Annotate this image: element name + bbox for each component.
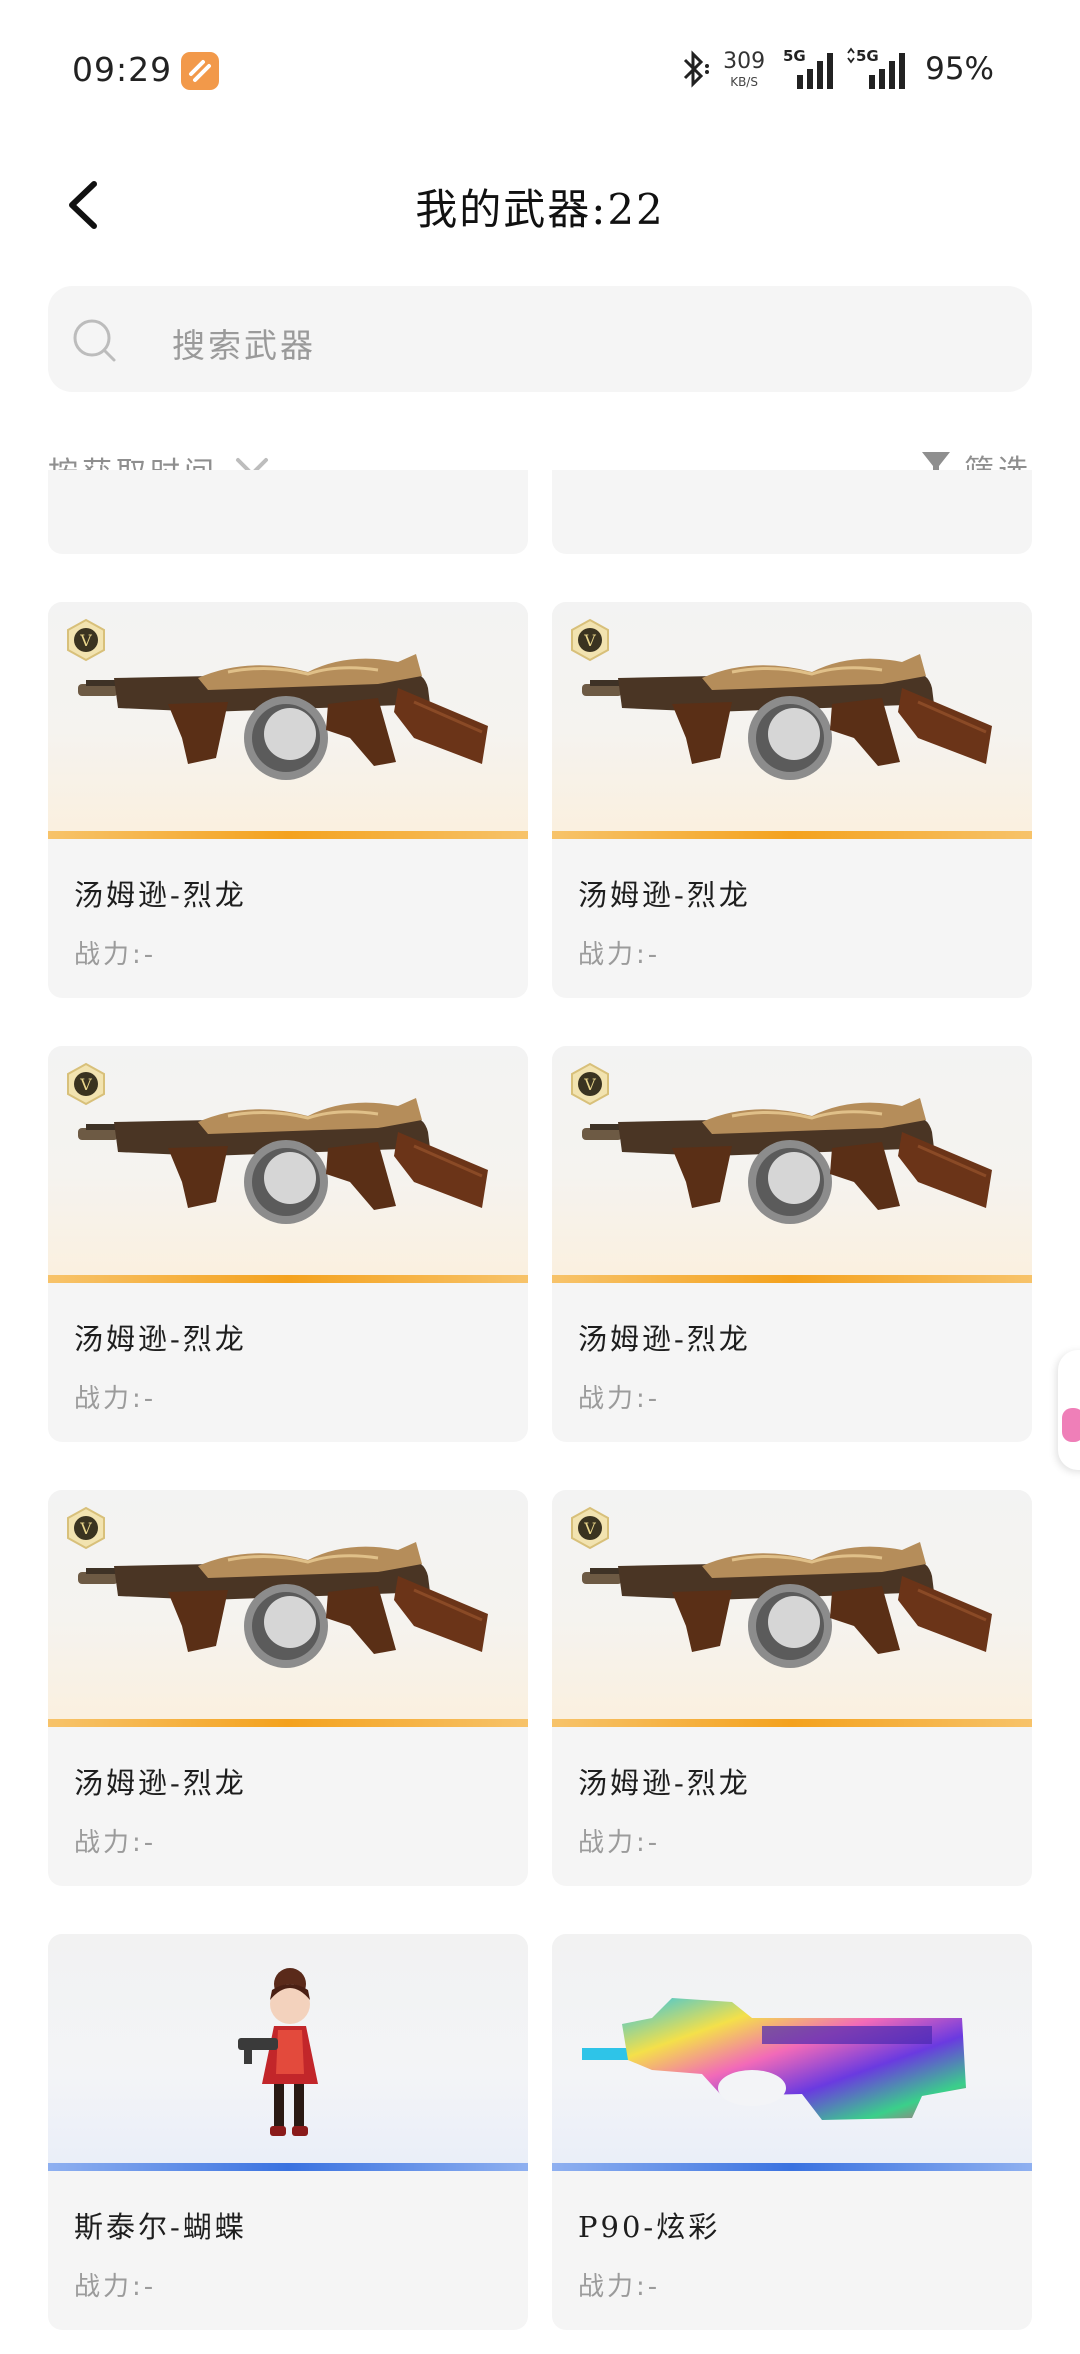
net-speed-value: 309 — [723, 48, 766, 74]
p90-rainbow-icon — [582, 1978, 1002, 2142]
tommy-gun-dragon-icon — [582, 1530, 1002, 1684]
weapon-name: 汤姆逊-烈龙 — [74, 1322, 247, 1356]
status-time: 09:29 — [72, 50, 173, 89]
weapon-power: 战力:- — [74, 1828, 157, 1858]
weapon-card-partial[interactable] — [48, 470, 528, 554]
weapon-card[interactable]: V 汤姆逊-烈龙 战力:- — [552, 1490, 1032, 1886]
svg-text:V: V — [583, 631, 596, 650]
weapon-image: V — [48, 1046, 528, 1283]
weapon-power: 战力:- — [578, 1384, 661, 1414]
tier-badge-icon: V — [568, 618, 612, 666]
rarity-stripe — [552, 1719, 1032, 1727]
weapon-power: 战力:- — [74, 940, 157, 970]
tommy-gun-dragon-icon — [78, 1530, 498, 1684]
svg-text:V: V — [583, 1075, 596, 1094]
weapon-name: 汤姆逊-烈龙 — [578, 1322, 751, 1356]
weapon-power: 战力:- — [578, 2272, 661, 2302]
weapon-power: 战力:- — [74, 2272, 157, 2302]
svg-text:5G: 5G — [783, 47, 806, 65]
weapon-card[interactable]: P90-炫彩 战力:- — [552, 1934, 1032, 2330]
rarity-stripe — [48, 1719, 528, 1727]
tier-badge-icon: V — [568, 1506, 612, 1554]
tier-badge-icon: V — [64, 1062, 108, 1110]
character-with-smg-icon — [78, 1954, 498, 2158]
weapon-name: 汤姆逊-烈龙 — [74, 1766, 247, 1800]
weapon-image — [552, 1934, 1032, 2171]
weapon-card[interactable]: 斯泰尔-蝴蝶 战力:- — [48, 1934, 528, 2330]
search-icon — [73, 319, 116, 362]
rarity-stripe — [48, 831, 528, 839]
svg-text:V: V — [79, 1519, 92, 1538]
page-title: 我的武器:22 — [415, 185, 665, 234]
rarity-stripe — [48, 1275, 528, 1283]
status-bar: 09:29 309 KB/S 5G 5G 95% — [0, 0, 1080, 140]
signal-sim1-icon: 5G — [783, 47, 834, 89]
tommy-gun-dragon-icon — [582, 1086, 1002, 1240]
battery-level: 95% — [925, 51, 994, 87]
tommy-gun-dragon-icon — [78, 1086, 498, 1240]
signal-sim2-icon: 5G — [847, 47, 906, 89]
weapon-name: P90-炫彩 — [578, 2210, 721, 2244]
header: 我的武器:22 — [0, 150, 1080, 260]
svg-text:V: V — [79, 1075, 92, 1094]
weapon-card-partial[interactable] — [552, 470, 1032, 554]
weapon-image: V — [48, 1490, 528, 1727]
net-speed-unit: KB/S — [730, 74, 758, 89]
tommy-gun-dragon-icon — [78, 642, 498, 796]
weapon-card[interactable]: V 汤姆逊-烈龙 战力:- — [48, 1490, 528, 1886]
rarity-stripe — [552, 831, 1032, 839]
tier-badge-icon: V — [568, 1062, 612, 1110]
weapon-name: 汤姆逊-烈龙 — [578, 878, 751, 912]
weapon-power: 战力:- — [578, 1828, 661, 1858]
weapon-name: 汤姆逊-烈龙 — [74, 878, 247, 912]
weapon-card[interactable]: V 汤姆逊-烈龙 战力:- — [552, 602, 1032, 998]
rarity-stripe — [552, 2163, 1032, 2171]
tier-badge-icon: V — [64, 618, 108, 666]
rarity-stripe — [48, 2163, 528, 2171]
rarity-stripe — [552, 1275, 1032, 1283]
svg-text:5G: 5G — [856, 47, 879, 65]
svg-text:V: V — [79, 631, 92, 650]
weapon-card[interactable]: V 汤姆逊-烈龙 战力:- — [48, 1046, 528, 1442]
status-indicators: 309 KB/S 5G 5G 95% — [679, 44, 994, 94]
weapon-image: V — [48, 602, 528, 839]
search-input[interactable]: 搜索武器 — [48, 286, 1032, 392]
weapon-image: V — [552, 602, 1032, 839]
floating-assistant-handle[interactable] — [1058, 1350, 1080, 1470]
weapon-image — [48, 1934, 528, 2171]
tier-badge-icon: V — [64, 1506, 108, 1554]
network-speed: 309 KB/S — [723, 48, 766, 89]
weapon-name: 斯泰尔-蝴蝶 — [74, 2210, 247, 2244]
app-notification-icon — [181, 52, 219, 90]
search-placeholder: 搜索武器 — [172, 326, 316, 365]
bluetooth-icon — [684, 50, 710, 88]
weapon-image: V — [552, 1046, 1032, 1283]
weapon-power: 战力:- — [578, 940, 661, 970]
weapon-card[interactable]: V 汤姆逊-烈龙 战力:- — [48, 602, 528, 998]
svg-text:V: V — [583, 1519, 596, 1538]
weapon-power: 战力:- — [74, 1384, 157, 1414]
weapon-name: 汤姆逊-烈龙 — [578, 1766, 751, 1800]
tommy-gun-dragon-icon — [582, 642, 1002, 796]
weapon-image: V — [552, 1490, 1032, 1727]
weapon-card[interactable]: V 汤姆逊-烈龙 战力:- — [552, 1046, 1032, 1442]
